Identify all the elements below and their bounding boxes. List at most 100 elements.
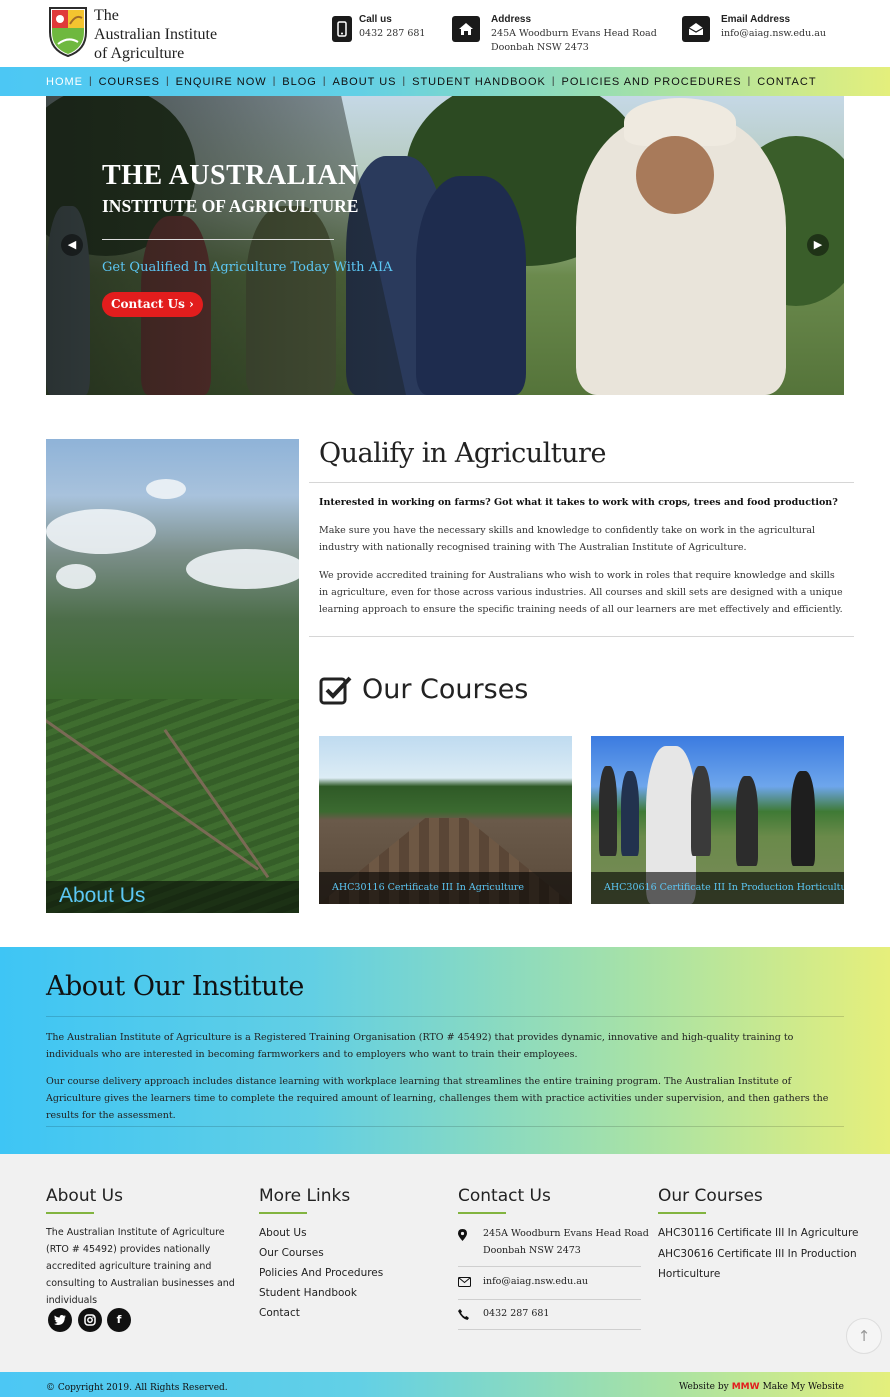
nav-sep: | xyxy=(166,76,170,87)
contact-divider xyxy=(458,1329,641,1330)
footer-heading-underline xyxy=(658,1212,706,1214)
main-nav: HOME | COURSES | ENQUIRE NOW | BLOG | AB… xyxy=(0,67,890,96)
slider-next-button[interactable]: ▶ xyxy=(807,234,829,256)
qualify-divider xyxy=(309,482,854,483)
footer-heading-underline xyxy=(259,1212,307,1214)
footer-about-text: The Australian Institute of Agriculture … xyxy=(46,1227,235,1306)
footer-link-about-us[interactable]: About Us xyxy=(259,1227,307,1239)
course-caption: AHC30116 Certificate III In Agriculture xyxy=(319,872,572,904)
nav-sep: | xyxy=(747,76,752,87)
hero-slider: THE AUSTRALIAN INSTITUTE OF AGRICULTURE … xyxy=(46,96,844,395)
site-logo[interactable]: The Australian Institute of Agriculture xyxy=(48,6,220,62)
institute-heading: About Our Institute xyxy=(46,971,304,1002)
site-footer: About Us The Australian Institute of Agr… xyxy=(0,1154,890,1372)
phone-icon xyxy=(458,1309,469,1323)
nav-sep: | xyxy=(272,76,277,87)
footer-phone[interactable]: 0432 287 681 xyxy=(483,1305,549,1322)
bottom-bar: © Copyright 2019. All Rights Reserved. W… xyxy=(0,1372,890,1397)
hero-subtitle: Get Qualified In Agriculture Today With … xyxy=(102,260,393,275)
logo-line-1: The xyxy=(94,7,119,24)
nav-sep: | xyxy=(322,76,327,87)
about-image-caption: About Us xyxy=(46,881,299,913)
slider-prev-button[interactable]: ◀ xyxy=(61,234,83,256)
email-label: Email Address xyxy=(721,14,791,25)
nav-about-us[interactable]: ABOUT US xyxy=(332,76,396,88)
footer-contact-heading: Contact Us xyxy=(458,1186,551,1206)
facebook-icon[interactable]: f xyxy=(107,1308,131,1332)
hero-title: THE AUSTRALIAN xyxy=(102,160,359,191)
envelope-icon xyxy=(458,1277,471,1290)
footer-address-line-2: Doonbah NSW 2473 xyxy=(483,1245,581,1256)
qualify-lead: Interested in working on farms? Got what… xyxy=(319,497,838,508)
instagram-icon[interactable] xyxy=(78,1308,102,1332)
institute-paragraph-2: Our course delivery approach includes di… xyxy=(46,1076,829,1121)
footer-links-heading: More Links xyxy=(259,1186,351,1206)
footer-heading-underline xyxy=(458,1212,506,1214)
header-address: Address 245A Woodburn Evans Head Road Do… xyxy=(452,14,662,53)
contact-divider xyxy=(458,1299,641,1300)
nav-home[interactable]: HOME xyxy=(46,76,83,88)
address-line-2: Doonbah NSW 2473 xyxy=(491,42,589,53)
hero-title-2: INSTITUTE OF AGRICULTURE xyxy=(102,196,359,216)
footer-about-heading: About Us xyxy=(46,1186,123,1206)
footer-course-link[interactable]: AHC30116 Certificate III In Agriculture xyxy=(658,1227,859,1239)
footer-link-student-handbook[interactable]: Student Handbook xyxy=(259,1287,357,1299)
nav-blog[interactable]: BLOG xyxy=(282,76,317,88)
email-value: info@aiag.nsw.edu.au xyxy=(721,28,827,39)
map-marker-icon xyxy=(458,1229,467,1244)
scroll-to-top-button[interactable]: ↑ xyxy=(846,1318,882,1354)
institute-divider-bottom xyxy=(46,1126,844,1127)
course-title: AHC30116 Certificate III In Agriculture xyxy=(332,882,524,893)
credit-name: Make My Website xyxy=(762,1382,844,1392)
courses-heading: Our Courses xyxy=(362,674,529,705)
hero-contact-button[interactable]: Contact Us › xyxy=(102,292,203,317)
footer-course-link[interactable]: AHC30616 Certificate III In Production xyxy=(658,1248,857,1260)
logo-line-2: Australian Institute xyxy=(94,26,218,43)
about-us-image-card[interactable]: About Us xyxy=(46,439,299,913)
logo-line-3: of Agriculture xyxy=(94,45,185,62)
home-icon xyxy=(452,16,480,42)
footer-email[interactable]: info@aiag.nsw.edu.au xyxy=(483,1273,588,1290)
phone-icon xyxy=(332,16,352,42)
hero-button-label: Contact Us xyxy=(111,297,185,311)
website-credit[interactable]: Website by MMW Make My Website xyxy=(679,1382,844,1392)
header-email[interactable]: Email Address info@aiag.nsw.edu.au xyxy=(682,14,842,44)
hero-divider xyxy=(102,239,334,240)
nav-contact[interactable]: CONTACT xyxy=(757,76,816,88)
about-image-caption-text: About Us xyxy=(59,884,146,907)
course-title: AHC30616 Certificate III In Production H… xyxy=(604,882,844,893)
arrow-up-icon: ↑ xyxy=(857,1327,871,1345)
qualify-heading: Qualify in Agriculture xyxy=(319,438,606,469)
call-label: Call us xyxy=(359,14,392,25)
address-label: Address xyxy=(491,14,532,25)
qualify-paragraph-2: We provide accredited training for Austr… xyxy=(319,570,843,615)
qualify-divider-bottom xyxy=(309,636,854,637)
credit-logo: MMW xyxy=(731,1382,760,1392)
qualify-paragraph-1: Make sure you have the necessary skills … xyxy=(319,525,816,553)
call-value: 0432 287 681 xyxy=(359,28,426,39)
checkbox-icon xyxy=(319,674,353,706)
course-card[interactable]: AHC30616 Certificate III In Production H… xyxy=(591,736,844,904)
nav-student-handbook[interactable]: STUDENT HANDBOOK xyxy=(412,76,546,88)
footer-course-link-cont[interactable]: Horticulture xyxy=(658,1268,720,1280)
nav-courses[interactable]: COURSES xyxy=(99,76,160,88)
copyright-text: © Copyright 2019. All Rights Reserved. xyxy=(46,1383,228,1393)
contact-divider xyxy=(458,1266,641,1267)
nav-policies[interactable]: POLICIES AND PROCEDURES xyxy=(562,76,742,88)
institute-paragraph-1: The Australian Institute of Agriculture … xyxy=(46,1032,794,1060)
chevron-right-icon: › xyxy=(189,297,194,311)
institute-divider xyxy=(46,1016,844,1017)
nav-sep: | xyxy=(551,76,556,87)
twitter-icon[interactable] xyxy=(48,1308,72,1332)
nav-enquire-now[interactable]: ENQUIRE NOW xyxy=(176,76,267,88)
course-caption: AHC30616 Certificate III In Production H… xyxy=(591,872,844,904)
nav-sep: | xyxy=(402,76,407,87)
address-line-1: 245A Woodburn Evans Head Road xyxy=(491,28,657,39)
footer-link-our-courses[interactable]: Our Courses xyxy=(259,1247,324,1259)
header-call[interactable]: Call us 0432 287 681 xyxy=(332,14,452,44)
course-card[interactable]: AHC30116 Certificate III In Agriculture xyxy=(319,736,572,904)
site-header: The Australian Institute of Agriculture … xyxy=(0,0,890,67)
footer-link-contact[interactable]: Contact xyxy=(259,1307,300,1319)
footer-link-policies[interactable]: Policies And Procedures xyxy=(259,1267,383,1279)
nav-sep: | xyxy=(89,76,93,87)
